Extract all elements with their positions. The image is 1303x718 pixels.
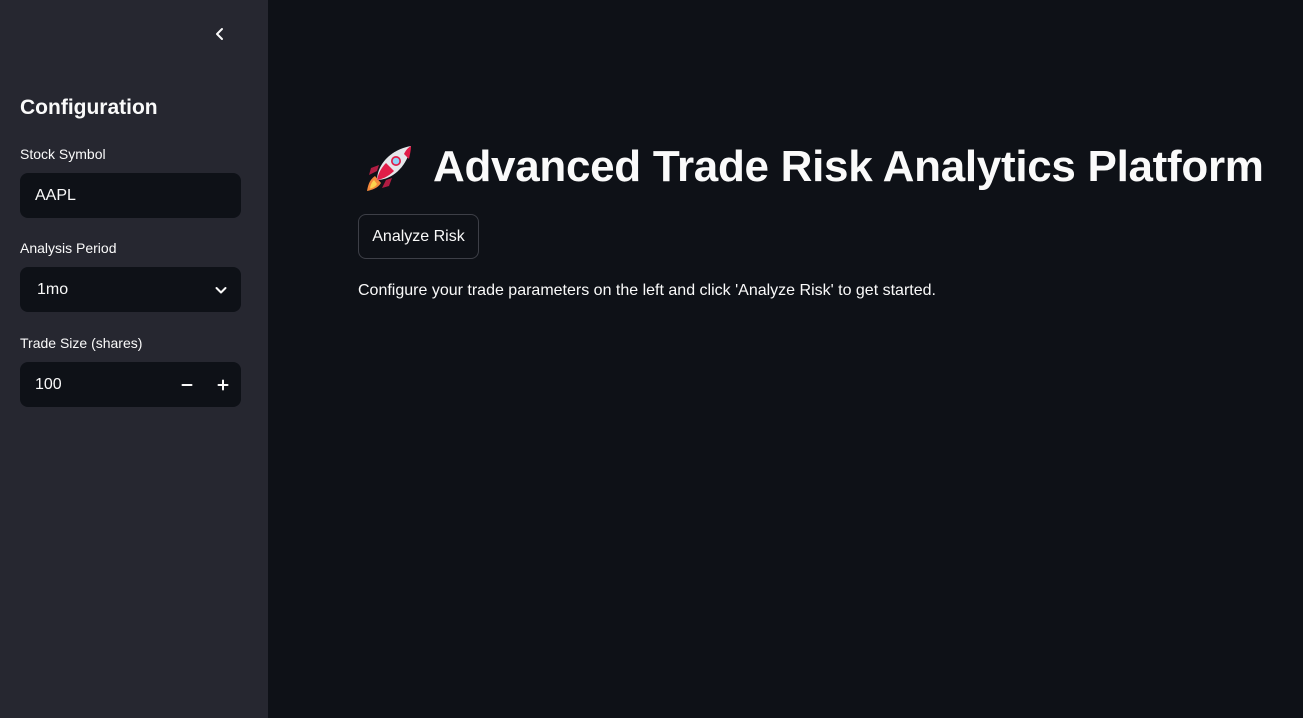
stock-symbol-field bbox=[20, 173, 241, 218]
rocket-icon bbox=[367, 146, 411, 191]
sidebar-title: Configuration bbox=[20, 96, 158, 119]
trade-size-input[interactable]: 100 bbox=[20, 376, 169, 394]
page-title: Advanced Trade Risk Analytics Platform bbox=[363, 140, 1264, 194]
trade-size-increment-button[interactable] bbox=[205, 362, 241, 407]
minus-icon bbox=[181, 383, 193, 386]
analysis-period-label: Analysis Period bbox=[20, 240, 117, 256]
info-message: Configure your trade parameters on the l… bbox=[358, 282, 936, 299]
page-title-text: Advanced Trade Risk Analytics Platform bbox=[433, 142, 1264, 191]
sidebar-collapse-button[interactable] bbox=[207, 21, 233, 47]
stock-symbol-input[interactable] bbox=[20, 173, 241, 218]
plus-icon bbox=[217, 379, 229, 390]
trade-size-decrement-button[interactable] bbox=[169, 362, 205, 407]
analysis-period-select[interactable]: 1mo bbox=[20, 267, 241, 312]
analysis-period-value: 1mo bbox=[37, 280, 69, 298]
analyze-risk-button[interactable]: Analyze Risk bbox=[358, 214, 479, 259]
app-root: Configuration Stock Symbol Analysis Peri… bbox=[0, 0, 1303, 718]
trade-size-field: 100 bbox=[20, 362, 241, 407]
sidebar: Configuration Stock Symbol Analysis Peri… bbox=[0, 0, 268, 718]
stock-symbol-label: Stock Symbol bbox=[20, 146, 106, 162]
chevron-down-icon bbox=[201, 267, 241, 312]
trade-size-label: Trade Size (shares) bbox=[20, 335, 143, 351]
chevron-left-icon bbox=[216, 28, 223, 40]
